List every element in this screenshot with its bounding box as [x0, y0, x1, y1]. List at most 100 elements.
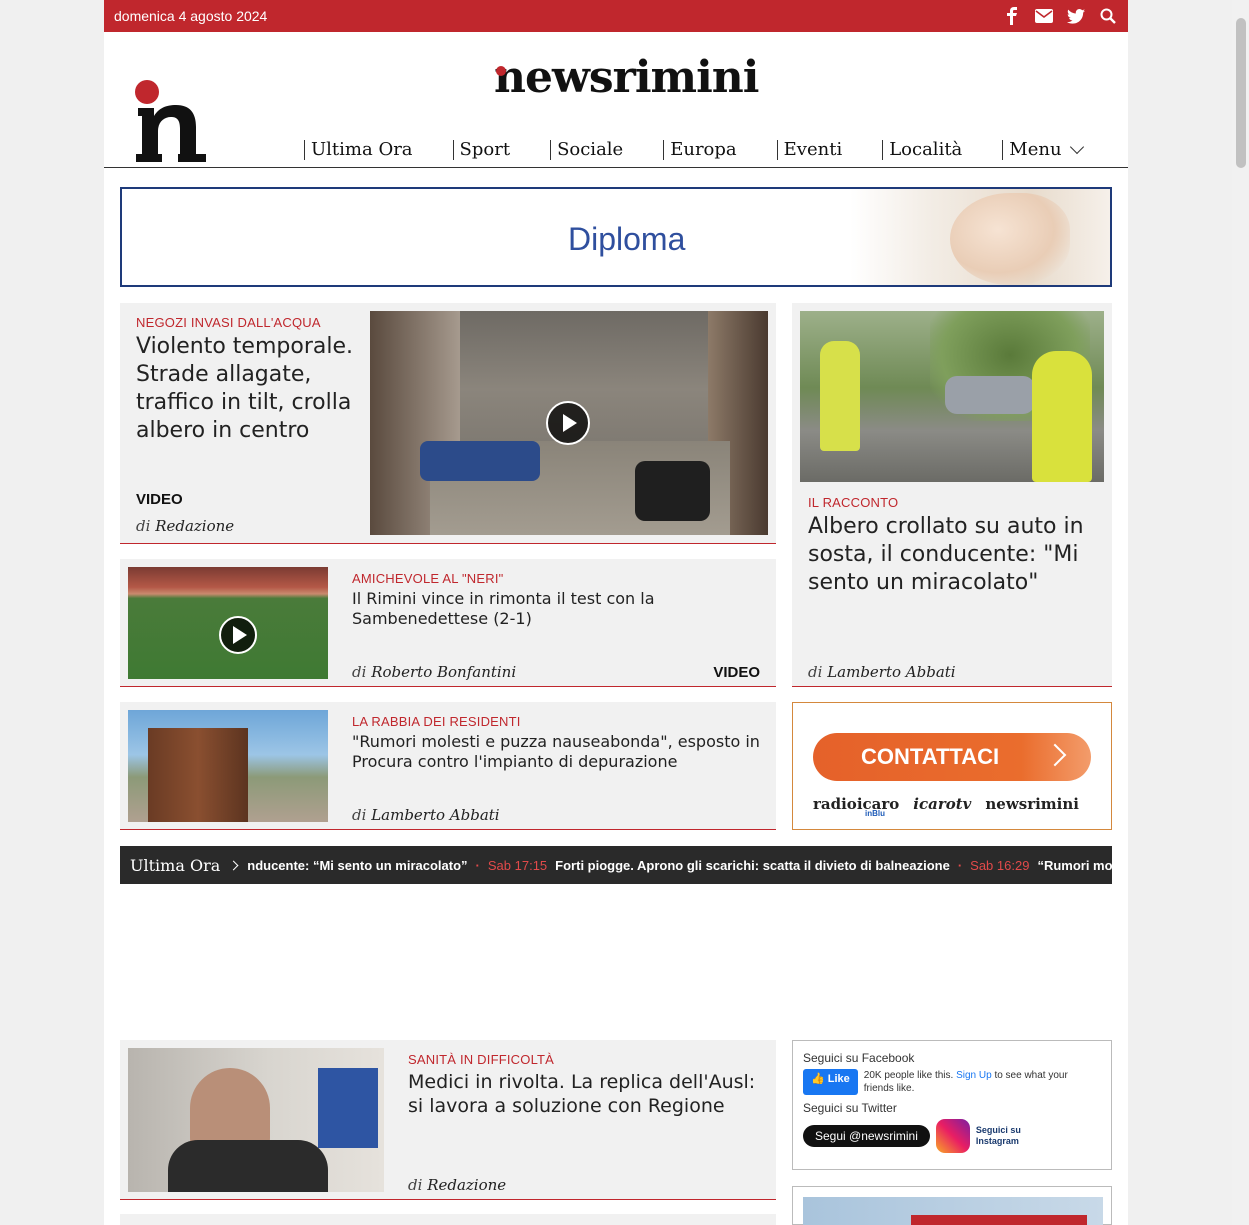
scrollbar-thumb[interactable] — [1236, 18, 1246, 168]
chevron-right-icon — [1043, 743, 1067, 767]
by-label: di — [352, 806, 367, 824]
next-article-card[interactable] — [120, 1214, 776, 1225]
article-title[interactable]: Albero crollato su auto in sosta, il con… — [808, 513, 1098, 597]
nav-sociale[interactable]: Sociale — [550, 140, 629, 160]
top-bar: domenica 4 agosto 2024 — [104, 0, 1128, 32]
brand-icarotv[interactable]: icarotv — [913, 795, 971, 813]
masthead-title[interactable]: newsrimini — [494, 52, 760, 103]
nav-sport[interactable]: Sport — [452, 140, 517, 160]
play-icon[interactable] — [219, 616, 257, 654]
ad-image — [803, 1197, 1103, 1225]
nav-menu-label: Menu — [1009, 139, 1062, 160]
person-jacket — [168, 1140, 328, 1192]
article-kicker: NEGOZI INVASI DALL'ACQUA — [136, 315, 321, 330]
football-match-image[interactable] — [128, 567, 328, 679]
brand-newsrimini[interactable]: newsrimini — [985, 795, 1079, 813]
ticker-label[interactable]: Ultima Ora — [120, 856, 247, 875]
doctor-interview-image[interactable] — [128, 1048, 384, 1192]
nav-menu[interactable]: Menu — [1002, 140, 1087, 160]
masthead-text: newsrimini — [494, 52, 760, 103]
article-title[interactable]: Il Rimini vince in rimonta il test con l… — [352, 589, 762, 629]
play-icon[interactable] — [546, 401, 590, 445]
brand-radioicaro[interactable]: radioicaro — [813, 795, 899, 813]
chevron-right-icon — [228, 860, 239, 870]
person-yellow-jacket-left — [820, 341, 860, 451]
article-kicker: IL RACCONTO — [808, 495, 899, 510]
next-ad-box[interactable] — [792, 1186, 1112, 1225]
facebook-like-button[interactable]: 👍 Like — [803, 1069, 858, 1095]
crushed-car — [945, 376, 1035, 414]
by-label: di — [808, 663, 823, 681]
video-tag: VIDEO — [136, 491, 183, 508]
author-name[interactable]: Lamberto Abbati — [371, 806, 499, 824]
author-name[interactable]: Lamberto Abbati — [827, 663, 955, 681]
chevron-down-icon — [1069, 139, 1084, 155]
social-widget: Seguici su Facebook 👍 Like 20K people li… — [792, 1040, 1112, 1170]
breaking-news-ticker[interactable]: Ultima Ora nducente: “Mi sento un miraco… — [120, 846, 1112, 884]
flood-street-image[interactable] — [370, 311, 768, 535]
article-author: di Lamberto Abbati — [352, 806, 500, 824]
article-card[interactable]: SANITÀ IN DIFFICOLTÀ Medici in rivolta. … — [120, 1040, 776, 1200]
article-card[interactable]: AMICHEVOLE AL "NERI" Il Rimini vince in … — [120, 559, 776, 687]
article-author: di Redazione — [408, 1176, 506, 1194]
nav-europa[interactable]: Europa — [663, 140, 742, 160]
twitter-icon[interactable] — [1066, 6, 1086, 26]
instagram-link[interactable]: Seguici su Instagram — [976, 1125, 1036, 1147]
banner-face-image — [950, 193, 1070, 285]
facebook-like-label: Like — [827, 1073, 850, 1085]
brand-inblu: inBlu — [865, 809, 885, 818]
twitter-title: Seguici su Twitter — [803, 1101, 897, 1115]
author-name[interactable]: Redazione — [155, 517, 234, 535]
author-name[interactable]: Roberto Bonfantini — [371, 663, 516, 681]
sponsor-brands: radioicaro icarotv newsrimini — [813, 795, 1079, 813]
nav-eventi[interactable]: Eventi — [776, 140, 849, 160]
article-title[interactable]: Violento temporale. Strade allagate, tra… — [136, 333, 356, 445]
ticker-title: Ultima Ora — [130, 855, 221, 875]
site-header: newsrimini Ultima Ora Sport Sociale Euro… — [104, 32, 1128, 168]
article-author: di Lamberto Abbati — [808, 663, 956, 681]
article-kicker: LA RABBIA DEI RESIDENTI — [352, 714, 521, 729]
by-label: di — [136, 517, 151, 535]
person-yellow-jacket-right — [1032, 351, 1092, 482]
banner-text: Diploma — [568, 221, 686, 257]
main-nav: Ultima Ora Sport Sociale Europa Eventi L… — [304, 140, 1122, 160]
facebook-count: 20K people like this. — [863, 1070, 954, 1081]
contact-button[interactable]: CONTATTACI — [813, 733, 1091, 781]
sponsor-box[interactable]: CONTATTACI radioicaro icarotv newsrimini… — [792, 702, 1112, 830]
contact-label: CONTATTACI — [861, 744, 1000, 769]
facebook-like-text: 20K people like this. Sign Up to see wha… — [864, 1069, 1094, 1095]
facebook-icon[interactable] — [1002, 6, 1022, 26]
nav-ultima-ora[interactable]: Ultima Ora — [304, 140, 419, 160]
author-name[interactable]: Redazione — [427, 1176, 506, 1194]
thumbs-up-icon: 👍 — [811, 1073, 828, 1085]
ticker-item[interactable]: “Rumori mo — [1037, 858, 1112, 873]
rusty-structure — [148, 728, 248, 822]
by-label: di — [408, 1176, 423, 1194]
site-logo[interactable] — [134, 80, 224, 162]
nav-localita[interactable]: Località — [882, 140, 968, 160]
masthead-dot — [496, 66, 506, 76]
search-icon[interactable] — [1098, 6, 1118, 26]
mail-icon[interactable] — [1034, 6, 1054, 26]
blue-board — [318, 1068, 378, 1148]
article-card-side[interactable]: IL RACCONTO Albero crollato su auto in s… — [792, 303, 1112, 687]
ticker-item[interactable]: nducente: “Mi sento un miracolato” — [247, 858, 467, 873]
video-tag: VIDEO — [713, 664, 760, 681]
ticker-time: Sab 17:15 — [487, 857, 548, 873]
scrollbar[interactable] — [1232, 0, 1249, 1225]
ad-banner[interactable]: Diploma — [120, 187, 1112, 287]
depuration-plant-image[interactable] — [128, 710, 328, 822]
article-card-main[interactable]: NEGOZI INVASI DALL'ACQUA Violento tempor… — [120, 303, 776, 544]
ticker-item[interactable]: Forti piogge. Aprono gli scarichi: scatt… — [555, 858, 950, 873]
ticker-separator: · — [957, 857, 963, 873]
article-title[interactable]: Medici in rivolta. La replica dell'Ausl:… — [408, 1070, 758, 1118]
article-title[interactable]: "Rumori molesti e puzza nauseabonda", es… — [352, 732, 762, 772]
fallen-tree-image[interactable] — [800, 311, 1104, 482]
police-car — [420, 441, 540, 481]
dark-car — [635, 461, 710, 521]
facebook-signup-link[interactable]: Sign Up — [956, 1070, 992, 1081]
article-author: di Redazione — [136, 517, 234, 535]
twitter-follow-button[interactable]: Segui @newsrimini — [803, 1125, 930, 1147]
article-card[interactable]: LA RABBIA DEI RESIDENTI "Rumori molesti … — [120, 702, 776, 830]
instagram-icon[interactable] — [935, 1119, 970, 1153]
